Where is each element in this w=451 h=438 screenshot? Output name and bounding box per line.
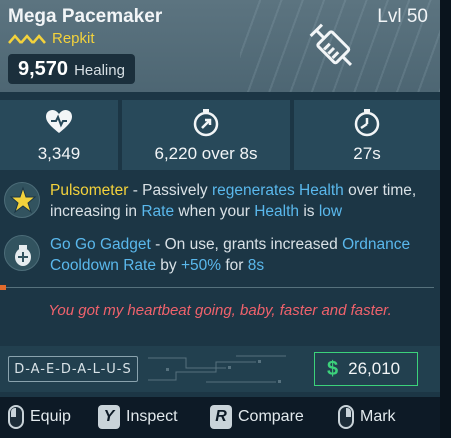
healing-stat: 9,570 Healing	[8, 54, 135, 84]
stopwatch-icon	[354, 109, 380, 137]
perk-text: - On use, grants increased	[150, 236, 343, 253]
stats-row: 3,349 6,220 over 8s 27s	[0, 100, 440, 170]
inspect-action[interactable]: Y Inspect	[98, 405, 178, 429]
inspect-key: Y	[98, 405, 120, 429]
right-mouse-icon	[338, 405, 354, 429]
stat-duration: 6,220 over 8s	[122, 100, 290, 170]
stat-cooldown-value: 27s	[353, 144, 381, 163]
side-panel-edge	[440, 0, 451, 438]
perk-text: is	[299, 203, 319, 220]
stat-health: 3,349	[0, 100, 118, 170]
perk-name: Go Go Gadget	[50, 236, 151, 253]
compare-key: R	[210, 405, 232, 429]
item-level: Lvl 50	[377, 6, 428, 27]
equip-action[interactable]: Equip	[8, 405, 71, 429]
perk-keyword: 8s	[247, 257, 265, 274]
item-header: Mega Pacemaker Lvl 50 Repkit 9,570 Heali…	[0, 0, 440, 92]
stat-health-value: 3,349	[37, 144, 81, 163]
divider	[0, 285, 434, 290]
grenade-icon	[4, 235, 40, 271]
currency-symbol: $	[327, 357, 339, 380]
perk-keyword: Health	[254, 203, 300, 220]
repkit-syringe-icon	[309, 23, 353, 67]
perk-name: Pulsometer	[50, 182, 129, 199]
perk-text: - Passively	[128, 182, 212, 199]
perk-keyword: low	[318, 203, 343, 220]
heart-icon	[46, 110, 72, 133]
compare-label: Compare	[238, 408, 304, 425]
compare-action[interactable]: R Compare	[210, 405, 304, 429]
perk-keyword: regenerates Health	[211, 182, 344, 199]
item-footer: D-A-E-D-A-L-U-S $ 26,010	[0, 346, 440, 392]
flavor-text: You got my heartbeat going, baby, faster…	[48, 302, 392, 319]
perk-keyword: Rate	[141, 203, 175, 220]
mark-action[interactable]: Mark	[338, 405, 396, 429]
mark-label: Mark	[360, 408, 396, 425]
action-bar: Equip Y Inspect R Compare Mark	[0, 397, 440, 438]
rarity-label: Repkit	[52, 30, 95, 47]
rarity-chevrons-icon	[8, 33, 46, 44]
stat-duration-value: 6,220 over 8s	[154, 144, 258, 163]
perk-text: for	[221, 257, 248, 274]
equip-label: Equip	[30, 408, 71, 425]
grenade-glyph-icon	[15, 245, 31, 266]
circuit-pattern	[148, 355, 286, 383]
item-rarity: Repkit	[8, 30, 95, 47]
timer-heal-icon	[193, 109, 219, 137]
price-tag: $ 26,010	[314, 352, 418, 386]
inspect-label: Inspect	[126, 408, 178, 425]
stat-cooldown: 27s	[294, 100, 440, 170]
pulsometer-description: Pulsometer - Passively regenerates Healt…	[50, 180, 434, 222]
manufacturer-logo: D-A-E-D-A-L-U-S	[8, 356, 138, 382]
healing-value: 9,570	[18, 58, 69, 80]
price-amount: 26,010	[348, 359, 401, 378]
perk-text: by	[155, 257, 181, 274]
perk-keyword: +50%	[180, 257, 222, 274]
item-name: Mega Pacemaker	[8, 6, 163, 27]
perk-text: when your	[174, 203, 255, 220]
pulsometer-star-icon	[4, 182, 40, 218]
item-card: Mega Pacemaker Lvl 50 Repkit 9,570 Heali…	[0, 0, 440, 397]
gadget-description: Go Go Gadget - On use, grants increased …	[50, 234, 434, 276]
healing-unit: Healing	[74, 62, 125, 79]
star-burst-icon	[9, 186, 37, 214]
left-mouse-icon	[8, 405, 24, 429]
